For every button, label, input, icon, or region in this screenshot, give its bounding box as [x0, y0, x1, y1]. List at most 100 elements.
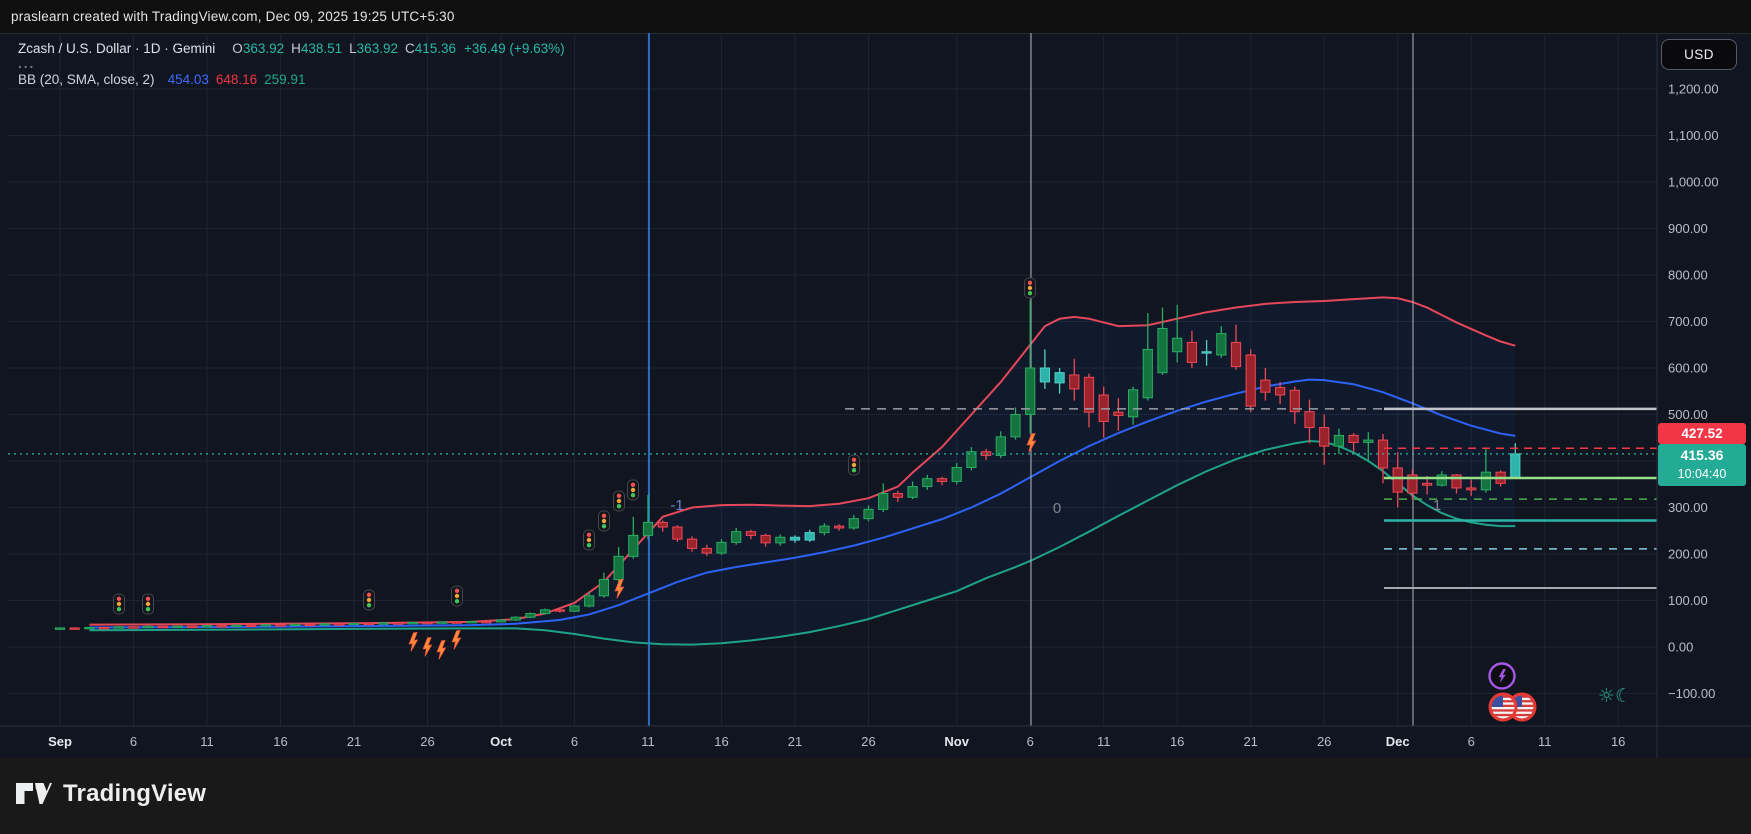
candle[interactable]: [201, 625, 213, 628]
candle[interactable]: [1054, 372, 1065, 384]
candle[interactable]: [304, 623, 315, 627]
candle[interactable]: [1010, 414, 1021, 438]
candle[interactable]: [525, 613, 536, 618]
candle[interactable]: [863, 508, 874, 520]
candle[interactable]: [54, 627, 66, 630]
candle[interactable]: [628, 534, 639, 557]
lightning-bolt-sticker[interactable]: [436, 640, 447, 660]
candle[interactable]: [716, 541, 727, 554]
candle[interactable]: [922, 478, 933, 488]
candle[interactable]: [1186, 341, 1198, 363]
candle[interactable]: [731, 531, 742, 543]
candle[interactable]: [290, 623, 301, 627]
traffic-light-icon[interactable]: [583, 529, 595, 551]
traffic-light-icon[interactable]: [363, 589, 375, 611]
candle[interactable]: [1142, 348, 1153, 399]
candle[interactable]: [775, 536, 786, 544]
candle[interactable]: [540, 609, 551, 615]
candle[interactable]: [1510, 453, 1521, 479]
candle[interactable]: [687, 538, 698, 549]
candle[interactable]: [128, 626, 139, 629]
candle[interactable]: [1275, 387, 1286, 396]
candle[interactable]: [1304, 411, 1315, 429]
traffic-light-icon[interactable]: [627, 479, 639, 501]
candle[interactable]: [172, 625, 183, 628]
candle[interactable]: [1480, 471, 1492, 491]
candle[interactable]: [1392, 467, 1403, 493]
traffic-light-icon[interactable]: [598, 510, 610, 532]
candle[interactable]: [1363, 439, 1374, 443]
candle[interactable]: [363, 622, 374, 626]
candle[interactable]: [1113, 411, 1124, 416]
candle[interactable]: [246, 624, 257, 628]
candle[interactable]: [1201, 351, 1212, 354]
candle[interactable]: [569, 605, 580, 612]
candle[interactable]: [187, 625, 198, 628]
candle[interactable]: [1230, 341, 1242, 368]
candle[interactable]: [422, 621, 433, 625]
candle[interactable]: [143, 625, 154, 629]
candle[interactable]: [1157, 327, 1168, 374]
traffic-light-icon[interactable]: [113, 593, 125, 615]
candle[interactable]: [157, 625, 169, 629]
candle[interactable]: [819, 525, 830, 534]
candle[interactable]: [1422, 482, 1433, 486]
legend-more-dots[interactable]: ...: [18, 57, 565, 71]
candle[interactable]: [319, 623, 330, 626]
price-chart[interactable]: -1 0 1 ☼☾ 1,200.00 1,100.00 1,000.00 900.00 800.…: [0, 33, 1751, 758]
candle[interactable]: [1348, 434, 1359, 443]
candle[interactable]: [804, 532, 815, 541]
purple-lightning-badge-icon[interactable]: [1488, 662, 1516, 690]
candle[interactable]: [113, 626, 124, 629]
us-flag-sticker-icon[interactable]: [1488, 692, 1518, 722]
candle[interactable]: [760, 534, 771, 544]
candle[interactable]: [657, 521, 668, 528]
candle[interactable]: [99, 626, 110, 630]
candle[interactable]: [1245, 354, 1256, 407]
candle[interactable]: [275, 624, 286, 627]
price-axis[interactable]: 1,200.00 1,100.00 1,000.00 900.00 800.00 700.…: [1668, 82, 1719, 702]
candle[interactable]: [481, 620, 492, 624]
candle[interactable]: [69, 627, 80, 630]
traffic-light-icon[interactable]: [613, 490, 625, 512]
candle[interactable]: [1172, 337, 1183, 353]
candle[interactable]: [1025, 367, 1036, 415]
candle[interactable]: [1319, 427, 1330, 447]
candle[interactable]: [936, 478, 948, 482]
last-price-badge[interactable]: 415.36 10:04:40: [1658, 444, 1746, 486]
candle[interactable]: [393, 622, 404, 625]
candle[interactable]: [231, 624, 242, 628]
candle[interactable]: [834, 525, 845, 529]
candle[interactable]: [1128, 389, 1139, 418]
candle[interactable]: [1216, 333, 1227, 356]
candle[interactable]: [554, 609, 565, 612]
candle[interactable]: [642, 521, 654, 536]
traffic-light-icon[interactable]: [1024, 277, 1036, 299]
candle[interactable]: [260, 624, 271, 627]
candle[interactable]: [789, 536, 801, 541]
candle[interactable]: [613, 555, 624, 581]
symbol-title[interactable]: Zcash / U.S. Dollar · 1D · Gemini: [18, 41, 215, 56]
candle[interactable]: [1260, 379, 1271, 393]
candle[interactable]: [1436, 474, 1447, 486]
candle[interactable]: [1039, 367, 1051, 383]
candle[interactable]: [598, 579, 609, 597]
candle[interactable]: [407, 621, 418, 625]
candle[interactable]: [1466, 487, 1477, 491]
candle[interactable]: [672, 526, 683, 540]
candle[interactable]: [84, 626, 95, 630]
candle[interactable]: [495, 619, 507, 623]
candle[interactable]: [701, 547, 712, 554]
candle[interactable]: [907, 486, 918, 498]
candle[interactable]: [1333, 434, 1345, 447]
sun-moon-sticker-icon[interactable]: ☼☾: [1598, 685, 1632, 707]
candle[interactable]: [510, 616, 521, 621]
traffic-light-icon[interactable]: [848, 454, 860, 476]
candle[interactable]: [878, 493, 889, 510]
candle[interactable]: [437, 621, 448, 624]
time-axis[interactable]: Sep 6 11 16 21 26 Oct 6 11 16 21 26 Nov 6 11 16 21 26 Dec 6…: [48, 734, 1625, 749]
candle[interactable]: [995, 436, 1006, 456]
candle[interactable]: [1069, 374, 1080, 390]
candle[interactable]: [451, 621, 462, 624]
candle[interactable]: [892, 493, 903, 498]
